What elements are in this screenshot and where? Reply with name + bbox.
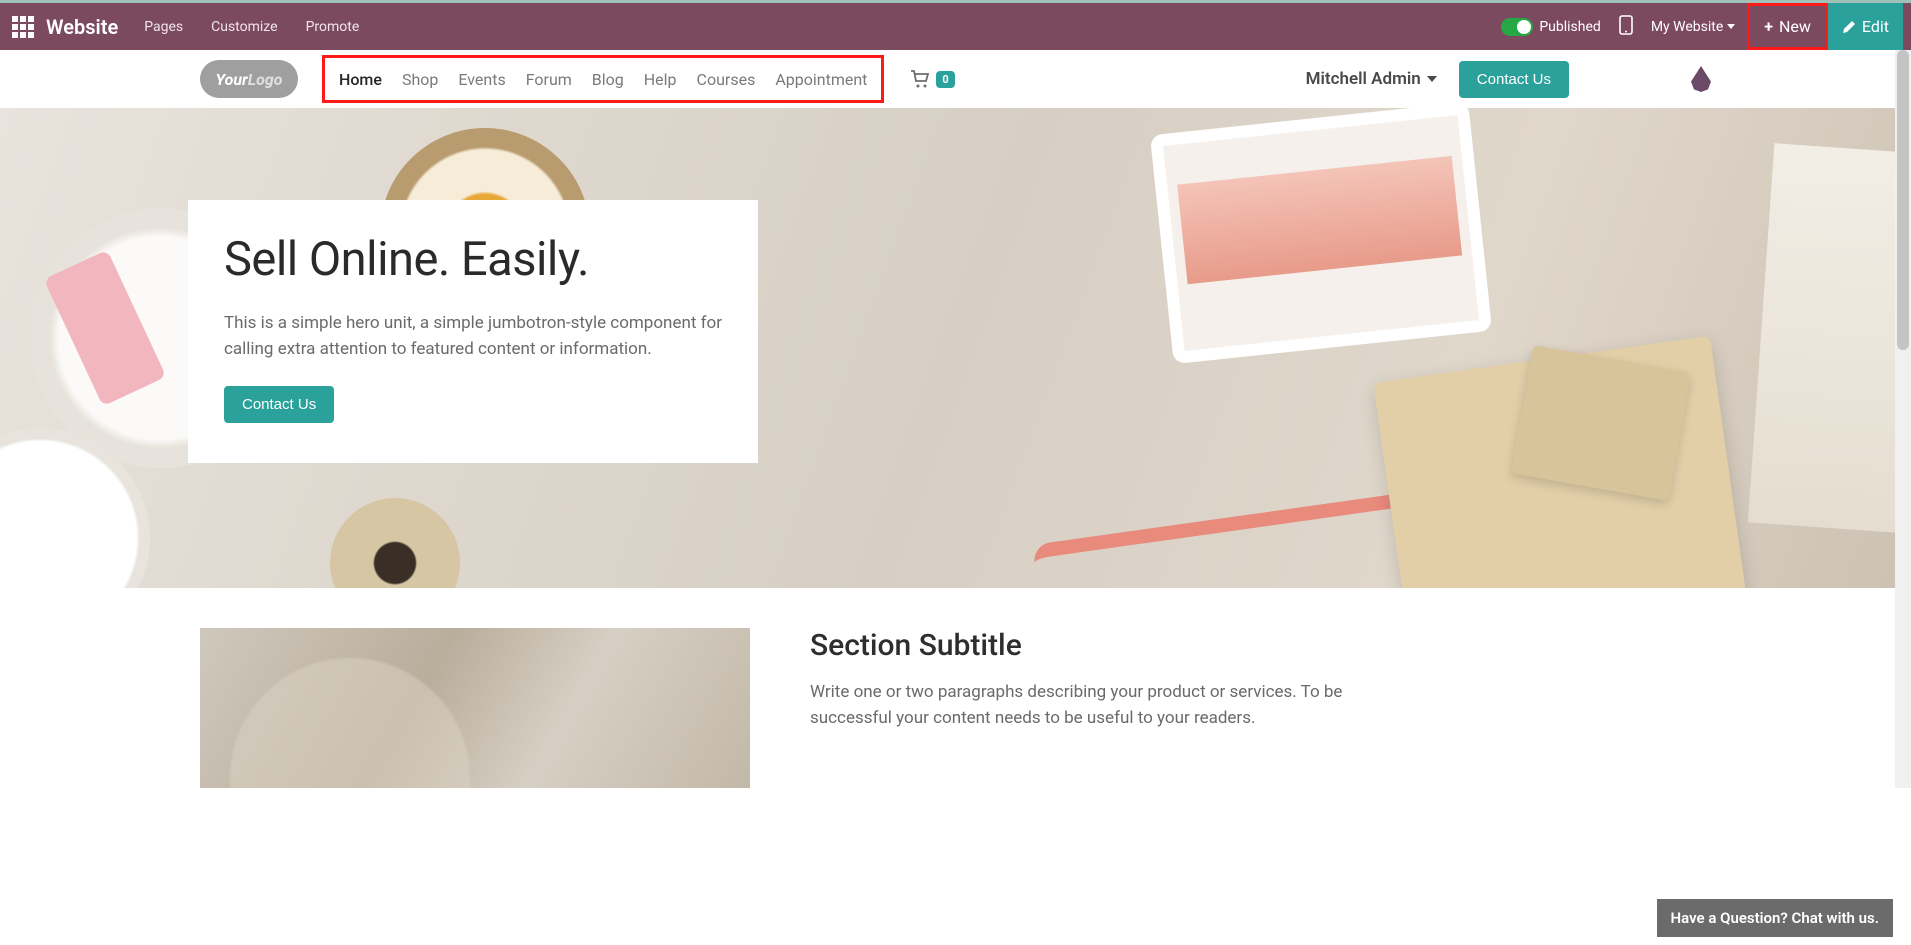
section-title: Section Subtitle (810, 628, 1350, 663)
brand-title: Website (46, 15, 118, 39)
nav-shop[interactable]: Shop (402, 70, 438, 89)
logo-text-logo: Logo (248, 70, 283, 89)
site-header: YourLogo Home Shop Events Forum Blog Hel… (0, 50, 1911, 108)
mobile-preview-icon[interactable] (1619, 15, 1633, 39)
hero-decor-box-small (1511, 345, 1691, 501)
section-text: Section Subtitle Write one or two paragr… (810, 628, 1350, 788)
nav-home[interactable]: Home (339, 70, 382, 89)
hero-title: Sell Online. Easily. (224, 234, 722, 286)
hero-card: Sell Online. Easily. This is a simple he… (188, 200, 758, 463)
published-label: Published (1539, 19, 1600, 35)
app-topbar: Website Pages Customize Promote Publishe… (0, 3, 1911, 50)
user-dropdown[interactable]: Mitchell Admin (1306, 69, 1437, 89)
chat-widget[interactable]: Have a Question? Chat with us. (1657, 899, 1893, 937)
published-toggle[interactable] (1501, 18, 1533, 36)
scrollbar-track[interactable] (1895, 50, 1911, 788)
my-website-label: My Website (1651, 19, 1723, 35)
pencil-icon (1842, 20, 1856, 34)
nav-events[interactable]: Events (458, 70, 505, 89)
caret-down-icon (1427, 76, 1437, 82)
edit-label: Edit (1862, 17, 1889, 36)
hero-decor-paper (1748, 143, 1911, 533)
theme-drop-icon[interactable] (1691, 66, 1711, 92)
top-nav-customize[interactable]: Customize (211, 19, 277, 35)
my-website-dropdown[interactable]: My Website (1651, 19, 1735, 35)
user-name: Mitchell Admin (1306, 69, 1421, 89)
section-subtitle-block: Section Subtitle Write one or two paragr… (0, 588, 1911, 788)
new-button[interactable]: + New (1747, 3, 1828, 50)
nav-blog[interactable]: Blog (592, 70, 624, 89)
site-logo[interactable]: YourLogo (200, 60, 298, 98)
hero-decor-tape (330, 498, 460, 588)
section-image (200, 628, 750, 788)
cart-button[interactable]: 0 (910, 70, 954, 88)
hero-subtitle: This is a simple hero unit, a simple jum… (224, 310, 722, 363)
scrollbar-thumb[interactable] (1897, 50, 1909, 350)
logo-text-your: Your (215, 70, 247, 89)
hero-decor-tablet (1150, 108, 1492, 364)
hero-section: Sell Online. Easily. This is a simple he… (0, 108, 1911, 588)
hero-contact-button[interactable]: Contact Us (224, 386, 334, 423)
nav-forum[interactable]: Forum (526, 70, 572, 89)
cart-icon (910, 70, 930, 88)
nav-courses[interactable]: Courses (697, 70, 756, 89)
section-body: Write one or two paragraphs describing y… (810, 679, 1350, 732)
edit-button[interactable]: Edit (1828, 3, 1903, 50)
apps-grid-icon[interactable] (12, 16, 34, 38)
site-header-right: Mitchell Admin Contact Us (1306, 61, 1711, 98)
cart-count-badge: 0 (936, 71, 954, 88)
header-contact-button[interactable]: Contact Us (1459, 61, 1569, 98)
plus-icon: + (1764, 17, 1773, 36)
topbar-right: Published My Website + New Edit (1501, 3, 1903, 50)
top-nav-promote[interactable]: Promote (306, 19, 360, 35)
page-wrap: YourLogo Home Shop Events Forum Blog Hel… (0, 50, 1911, 788)
top-nav: Pages Customize Promote (144, 19, 359, 35)
caret-down-icon (1727, 24, 1735, 29)
top-nav-pages[interactable]: Pages (144, 19, 183, 35)
nav-appointment[interactable]: Appointment (775, 70, 867, 89)
nav-help[interactable]: Help (644, 70, 677, 89)
new-label: New (1779, 17, 1811, 36)
main-nav: Home Shop Events Forum Blog Help Courses… (322, 55, 884, 103)
